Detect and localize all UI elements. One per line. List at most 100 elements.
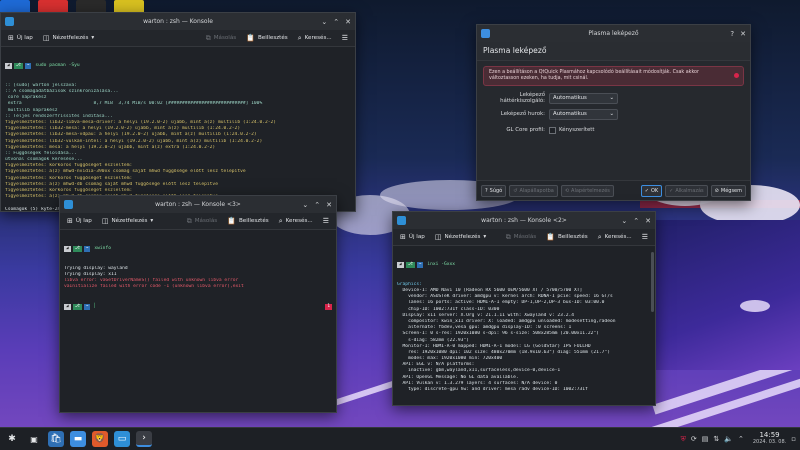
konsole-app-icon[interactable] [5, 17, 14, 26]
new-tab-button[interactable]: ⊞ Új lap [5, 34, 36, 43]
apply-button[interactable]: ✓ Alkalmazás [665, 184, 708, 197]
show-desktop-icon[interactable]: ▫ [791, 435, 796, 443]
maximize-icon[interactable]: ⌃ [314, 201, 320, 209]
close-icon[interactable]: ✕ [345, 18, 351, 26]
discover-store-icon[interactable]: 🛍 [48, 431, 64, 447]
konsole-taskbar-icon[interactable]: › [136, 431, 152, 447]
hamburger-menu-icon[interactable]: ☰ [339, 34, 351, 43]
app-launcher-icon[interactable]: ✱ [4, 431, 20, 447]
clipboard-icon[interactable]: ▤ [702, 435, 709, 443]
search-button[interactable]: ⌕ Keresés... [276, 217, 316, 226]
checkbox-box[interactable] [549, 126, 556, 134]
loop-value: Automatikus [553, 111, 587, 117]
wallpaper-art [330, 379, 400, 407]
copy-label: Másolás [513, 234, 537, 240]
system-settings-icon[interactable]: ▭ [114, 431, 130, 447]
os-logo-icon: ◢ [64, 304, 71, 311]
new-tab-button[interactable]: ⊞ Új lap [64, 217, 95, 226]
konsole-app-icon[interactable] [397, 216, 406, 225]
prompt-command: inxi -Gxxx [427, 261, 456, 267]
volume-icon[interactable]: 🔈 [724, 435, 733, 443]
search-icon: ⌕ [278, 216, 283, 225]
glcore-checkbox-text: Kényszerített [559, 127, 595, 133]
search-button[interactable]: ⌕ Keresés... [595, 233, 635, 242]
copy-button[interactable]: ⧉ Másolás [503, 233, 540, 242]
check-icon: ✓ [669, 187, 674, 194]
network-icon[interactable]: ⇅ [713, 435, 719, 443]
help-label: Súgó [489, 187, 503, 194]
paste-icon: 📋 [546, 232, 555, 241]
copy-button[interactable]: ⧉ Másolás [184, 217, 221, 226]
new-tab-icon: ⊞ [400, 232, 406, 241]
window-titlebar[interactable]: warton : zsh — Konsole <3> ⌄ ⌃ ✕ [60, 196, 336, 213]
scrollbar[interactable] [651, 252, 654, 312]
help-icon[interactable]: ? [730, 30, 734, 38]
prompt-dir: ~ [83, 304, 91, 311]
terminal-output[interactable]: ◢ ⎇ ~ sudo pacman -Syu :: [sudo] warton … [1, 47, 355, 211]
split-view-button[interactable]: ◫ Nézetfelezés ▾ [432, 233, 489, 242]
paste-icon: 📋 [227, 216, 236, 225]
konsole-window-2[interactable]: warton : zsh — Konsole <2> ⌄ ⌃ ✕ ⊞ Új lap… [392, 211, 656, 406]
paste-button[interactable]: 📋 Beillesztés [543, 233, 591, 242]
terminal-line: vaInitialize failed with error code -1 (… [64, 284, 244, 290]
split-view-button[interactable]: ◫ Nézetfelezés ▾ [99, 217, 156, 226]
maximize-icon[interactable]: ⌃ [633, 217, 639, 225]
search-icon: ⌕ [297, 33, 302, 42]
hamburger-menu-icon[interactable]: ☰ [320, 217, 332, 226]
search-label: Keresés... [304, 35, 332, 41]
new-tab-button[interactable]: ⊞ Új lap [397, 233, 428, 242]
minimize-icon[interactable]: ⌄ [302, 201, 308, 209]
dismiss-icon[interactable] [734, 73, 739, 78]
konsole-toolbar: ⊞ Új lap ◫ Nézetfelezés ▾ ⧉ Másolás 📋 Beilles… [393, 229, 655, 246]
copy-icon: ⧉ [186, 216, 192, 225]
window-titlebar[interactable]: warton : zsh — Konsole <2> ⌄ ⌃ ✕ [393, 212, 655, 229]
ok-button[interactable]: ✓ OK [640, 184, 663, 197]
shell-prompt: ◢ ⎇ ~ sudo pacman -Syu [5, 62, 351, 69]
new-tab-label: Új lap [408, 234, 425, 240]
konsole-window-3[interactable]: warton : zsh — Konsole <3> ⌄ ⌃ ✕ ⊞ Új lap… [59, 195, 337, 413]
paste-button[interactable]: 📋 Beillesztés [224, 217, 272, 226]
konsole-window-1[interactable]: warton : zsh — Konsole ⌄ ⌃ ✕ ⊞ Új lap ◫ Né… [0, 12, 356, 212]
reset-button[interactable]: ↺ Alapállapotba [509, 184, 558, 197]
shield-icon[interactable]: ⛨ [681, 435, 686, 444]
prompt-dir: ~ [24, 62, 32, 69]
update-icon[interactable]: ⟳ [691, 435, 697, 443]
help-button[interactable]: ? Súgó [481, 184, 507, 197]
dialog-button-bar: ? Súgó ↺ Alapállapotba ⟲ Alapértelmezés ✓ OK… [477, 180, 750, 200]
brave-browser-icon[interactable]: 🦁 [92, 431, 108, 447]
tray-expand-icon[interactable]: ⌃ [738, 435, 744, 443]
glcore-checkbox[interactable]: Kényszerített [549, 126, 595, 134]
terminal-lines: Trying display: wayland Trying display: x… [64, 266, 332, 291]
plasma-renderer-dialog[interactable]: Plasma leképező ? ✕ Plasma leképező Ezen… [476, 24, 751, 201]
maximize-icon[interactable]: ⌃ [333, 18, 339, 26]
paste-label: Beillesztés [557, 234, 588, 240]
cancel-button[interactable]: ⊘ Mégsem [710, 184, 746, 197]
paste-button[interactable]: 📋 Beillesztés [243, 34, 291, 43]
terminal-output[interactable]: ◢ ⎇ ~ xwinfo Trying display: wayland Tryi… [60, 230, 336, 326]
terminal-output[interactable]: ◢ ⎇ ~ inxi -Gxxx Graphics: Device-1: AMD… [393, 246, 655, 405]
dialog-titlebar[interactable]: Plasma leképező ? ✕ [477, 25, 750, 42]
copy-label: Másolás [194, 218, 218, 224]
task-switcher-icon[interactable]: ▣ [26, 431, 42, 447]
close-icon[interactable]: ✕ [326, 201, 332, 209]
backend-select[interactable]: Automatikus ⌄ [549, 92, 618, 104]
terminal-lines: Graphics: Device-1: AMD Navi 10 [Radeon … [397, 282, 651, 393]
close-icon[interactable]: ✕ [645, 217, 651, 225]
split-view-button[interactable]: ◫ Nézetfelezés ▾ [40, 34, 97, 43]
split-view-label: Nézetfelezés [444, 234, 481, 240]
close-icon[interactable]: ✕ [740, 30, 746, 38]
minimize-icon[interactable]: ⌄ [621, 217, 627, 225]
hamburger-menu-icon[interactable]: ☰ [639, 233, 651, 242]
loop-row: Leképező hurok: Automatikus ⌄ [477, 107, 750, 121]
minimize-icon[interactable]: ⌄ [321, 18, 327, 26]
file-manager-icon[interactable]: ▬ [70, 431, 86, 447]
loop-select[interactable]: Automatikus ⌄ [549, 108, 618, 120]
copy-button[interactable]: ⧉ Másolás [203, 34, 240, 43]
settings-app-icon[interactable] [481, 29, 490, 38]
search-button[interactable]: ⌕ Keresés... [295, 34, 335, 43]
defaults-button[interactable]: ⟲ Alapértelmezés [560, 184, 614, 197]
clock[interactable]: 14:59 2024. 03. 08. [753, 432, 786, 446]
window-titlebar[interactable]: warton : zsh — Konsole ⌄ ⌃ ✕ [1, 13, 355, 30]
taskbar: ✱ ▣ 🛍 ▬ 🦁 ▭ › ⛨ ⟳ ▤ ⇅ 🔈 ⌃ 14:59 2024. 03… [0, 427, 800, 450]
konsole-app-icon[interactable] [64, 200, 73, 209]
